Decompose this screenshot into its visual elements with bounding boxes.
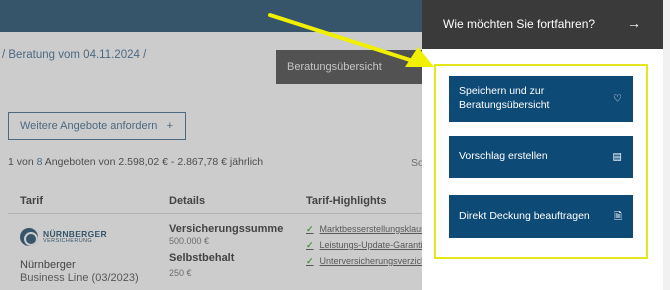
annotation-arrow-line — [268, 13, 412, 62]
annotation-arrow-head — [405, 47, 434, 67]
annotation-arrow — [268, 13, 434, 67]
